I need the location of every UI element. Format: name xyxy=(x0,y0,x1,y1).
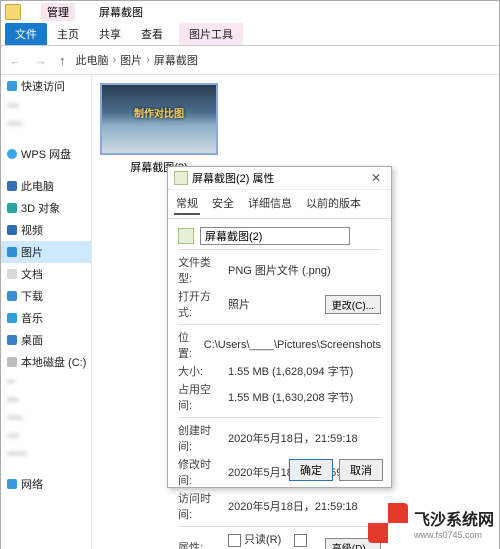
value-type: PNG 图片文件 (.png) xyxy=(228,262,381,278)
sidebar-downloads[interactable]: 下载 xyxy=(1,285,91,307)
chevron-right-icon: › xyxy=(146,54,150,66)
sidebar-pictures[interactable]: 图片 xyxy=(1,241,91,263)
crumb-pictures[interactable]: 图片 xyxy=(120,52,142,68)
logo-icon xyxy=(368,503,408,543)
crumb-root[interactable]: 此电脑 xyxy=(76,52,109,68)
ok-button[interactable]: 确定 xyxy=(289,459,333,481)
dialog-body: 文件类型: PNG 图片文件 (.png) 打开方式: 照片更改(C)... 位置:… xyxy=(168,219,391,549)
change-button[interactable]: 更改(C)... xyxy=(325,295,381,314)
sidebar-item[interactable]: ▪▪▪ xyxy=(1,97,91,115)
cancel-button[interactable]: 取消 xyxy=(339,459,383,481)
crumb-screenshots[interactable]: 屏幕截图 xyxy=(154,52,198,68)
hidden-checkbox[interactable] xyxy=(294,534,307,547)
sidebar-thispc[interactable]: 此电脑 xyxy=(1,175,91,197)
value-size: 1.55 MB (1,628,094 字节) xyxy=(228,363,381,379)
sidebar-docs[interactable]: 文档 xyxy=(1,263,91,285)
value-opens: 照片 xyxy=(228,296,319,312)
sidebar: 快速访问 ▪▪▪ ▪▪▪▪ WPS 网盘 此电脑 3D 对象 视频 图片 文档 … xyxy=(1,75,92,549)
sidebar-item[interactable]: ▪▪▪▪▪ xyxy=(1,445,91,463)
watermark: 飞沙系统网 www.fs0745.com xyxy=(368,503,494,543)
sidebar-music[interactable]: 音乐 xyxy=(1,307,91,329)
nav-fwd-icon[interactable]: → xyxy=(32,53,49,68)
sidebar-videos[interactable]: 视频 xyxy=(1,219,91,241)
ribbon-share[interactable]: 共享 xyxy=(89,23,131,45)
readonly-checkbox[interactable] xyxy=(228,534,241,547)
label-attrs: 属性: xyxy=(178,539,222,549)
sidebar-network[interactable]: 网络 xyxy=(1,473,91,495)
tab-previous[interactable]: 以前的版本 xyxy=(304,193,363,215)
label-readonly: 只读(R) xyxy=(244,534,281,546)
titlebar: 管理 屏幕截图 xyxy=(1,1,499,23)
sidebar-localc[interactable]: 本地磁盘 (C:) xyxy=(1,351,91,373)
nav-up-icon[interactable]: ↑ xyxy=(57,53,68,68)
ribbon: 文件 主页 共享 查看 图片工具 xyxy=(1,23,499,46)
label-size: 大小: xyxy=(178,363,222,379)
close-icon[interactable]: ✕ xyxy=(367,171,385,185)
nav-back-icon[interactable]: ← xyxy=(7,53,24,68)
properties-dialog: 屏幕截图(2) 属性 ✕ 常规 安全 详细信息 以前的版本 文件类型: PNG 图… xyxy=(167,166,392,488)
value-created: 2020年5月18日，21:59:18 xyxy=(228,430,381,446)
label-loc: 位置: xyxy=(178,329,198,361)
breadcrumb[interactable]: 此电脑 › 图片 › 屏幕截图 xyxy=(76,52,198,68)
sidebar-wps[interactable]: WPS 网盘 xyxy=(1,143,91,165)
ribbon-file[interactable]: 文件 xyxy=(5,23,47,45)
ribbon-tools[interactable]: 图片工具 xyxy=(179,23,243,45)
sidebar-item[interactable]: ▪▪▪▪ xyxy=(1,409,91,427)
ribbon-view[interactable]: 查看 xyxy=(131,23,173,45)
filename-input[interactable] xyxy=(200,227,350,245)
label-opens: 打开方式: xyxy=(178,288,222,320)
watermark-title: 飞沙系统网 xyxy=(414,512,494,529)
nav-bar: ← → ↑ 此电脑 › 图片 › 屏幕截图 xyxy=(1,46,499,75)
chevron-right-icon: › xyxy=(113,54,117,66)
file-icon xyxy=(174,171,188,185)
sidebar-desktop[interactable]: 桌面 xyxy=(1,329,91,351)
window-title: 屏幕截图 xyxy=(99,4,143,20)
thumbnail-icon: 制作对比图 xyxy=(100,83,218,155)
dialog-title: 屏幕截图(2) 属性 xyxy=(192,170,275,186)
folder-icon xyxy=(5,4,21,20)
tab-security[interactable]: 安全 xyxy=(210,193,236,215)
label-type: 文件类型: xyxy=(178,254,222,286)
sidebar-item[interactable]: ▪▪ xyxy=(1,373,91,391)
sidebar-quick[interactable]: 快速访问 xyxy=(1,75,91,97)
dialog-tabs: 常规 安全 详细信息 以前的版本 xyxy=(168,190,391,219)
sidebar-3d[interactable]: 3D 对象 xyxy=(1,197,91,219)
ribbon-home[interactable]: 主页 xyxy=(47,23,89,45)
label-accessed: 访问时间: xyxy=(178,490,222,522)
label-modified: 修改时间: xyxy=(178,456,222,488)
file-item[interactable]: 制作对比图 屏幕截图(2) xyxy=(100,83,218,175)
file-icon xyxy=(178,228,194,244)
label-created: 创建时间: xyxy=(178,422,222,454)
context-tab: 管理 xyxy=(41,3,75,21)
sidebar-item[interactable]: ▪▪▪▪ xyxy=(1,115,91,133)
dialog-titlebar: 屏幕截图(2) 属性 ✕ xyxy=(168,167,391,190)
value-accessed: 2020年5月18日，21:59:18 xyxy=(228,498,381,514)
value-disk: 1.55 MB (1,630,208 字节) xyxy=(228,389,381,405)
tab-general[interactable]: 常规 xyxy=(174,193,200,215)
label-disk: 占用空间: xyxy=(178,381,222,413)
value-loc: C:\Users\____\Pictures\Screenshots xyxy=(204,339,381,351)
watermark-url: www.fs0745.com xyxy=(414,530,494,540)
tab-details[interactable]: 详细信息 xyxy=(246,193,294,215)
sidebar-item[interactable]: ▪▪▪ xyxy=(1,427,91,445)
sidebar-item[interactable]: ▪▪▪ xyxy=(1,391,91,409)
